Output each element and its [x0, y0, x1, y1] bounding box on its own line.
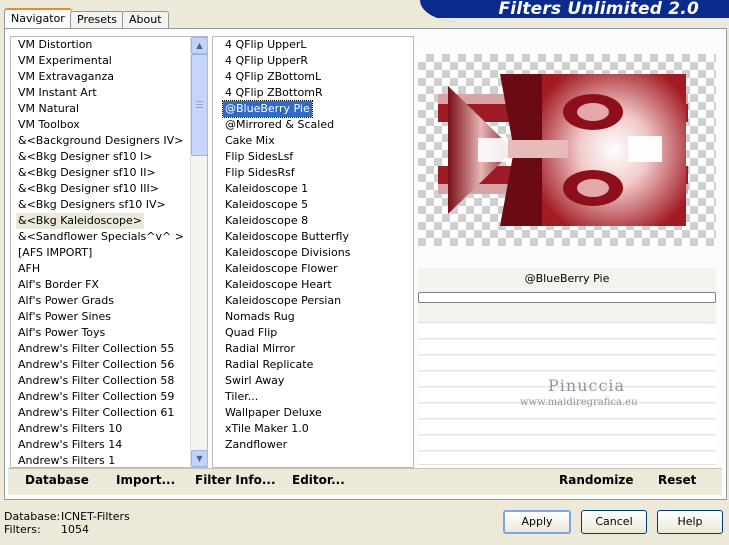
- category-item[interactable]: VM Instant Art: [16, 85, 99, 101]
- category-item[interactable]: Alf's Power Grads: [16, 293, 116, 309]
- filter-item[interactable]: Radial Mirror: [223, 341, 297, 357]
- watermark-name: Pinuccia: [548, 376, 626, 395]
- apply-button[interactable]: Apply: [503, 510, 571, 534]
- title-banner: Filters Unlimited 2.0: [420, 0, 729, 22]
- filter-item[interactable]: @Mirrored & Scaled: [223, 117, 336, 133]
- category-item[interactable]: VM Extravaganza: [16, 69, 116, 85]
- filter-item[interactable]: Zandflower: [223, 437, 289, 453]
- scroll-up-button[interactable]: ▲: [191, 37, 207, 54]
- param-row: [418, 308, 716, 323]
- thumb-grip: [196, 101, 203, 102]
- category-item[interactable]: Andrew's Filter Collection 61: [16, 405, 176, 421]
- category-item[interactable]: Alf's Power Toys: [16, 325, 107, 341]
- cancel-button[interactable]: Cancel: [581, 510, 647, 534]
- category-item[interactable]: [AFS IMPORT]: [16, 245, 94, 261]
- filter-item[interactable]: Tiler...: [223, 389, 260, 405]
- filter-item[interactable]: Quad Flip: [223, 325, 279, 341]
- category-item[interactable]: VM Distortion: [16, 37, 94, 53]
- category-item[interactable]: &<Bkg Kaleidoscope>: [16, 213, 145, 229]
- category-item[interactable]: Alf's Border FX: [16, 277, 101, 293]
- filter-item[interactable]: Nomads Rug: [223, 309, 297, 325]
- thumb-grip: [196, 104, 203, 105]
- database-label: Database:: [4, 510, 61, 523]
- category-item[interactable]: Andrew's Filter Collection 56: [16, 357, 176, 373]
- category-item[interactable]: Andrew's Filters 1: [16, 453, 117, 467]
- randomize-button[interactable]: Randomize: [559, 473, 633, 487]
- filter-list[interactable]: 4 QFlip UpperL 4 QFlip UpperR 4 QFlip ZBot…: [212, 36, 414, 468]
- database-value: ICNET-Filters: [61, 510, 130, 523]
- help-button[interactable]: Help: [657, 510, 723, 534]
- reset-button[interactable]: Reset: [658, 473, 696, 487]
- filter-item[interactable]: Flip SidesLsf: [223, 149, 295, 165]
- category-item[interactable]: VM Toolbox: [16, 117, 82, 133]
- app-title: Filters Unlimited 2.0: [498, 0, 699, 19]
- filter-item[interactable]: Kaleidoscope 5: [223, 197, 310, 213]
- category-item[interactable]: Andrew's Filter Collection 59: [16, 389, 176, 405]
- category-item[interactable]: VM Natural: [16, 101, 81, 117]
- filters-count-label: Filters:: [4, 523, 41, 536]
- category-item[interactable]: &<Sandflower Specials^v^ >: [16, 229, 186, 245]
- filter-item[interactable]: Kaleidoscope Divisions: [223, 245, 352, 261]
- filter-item[interactable]: Kaleidoscope 1: [223, 181, 310, 197]
- editor-button[interactable]: Editor...: [292, 473, 345, 487]
- category-item[interactable]: Andrew's Filters 10: [16, 421, 124, 437]
- filter-item[interactable]: Kaleidoscope Butterfly: [223, 229, 351, 245]
- param-row: [418, 356, 716, 371]
- filter-item[interactable]: xTile Maker 1.0: [223, 421, 311, 437]
- category-list[interactable]: ▲ ▼ VM Distortion VM Experimental VM Extra…: [10, 36, 208, 468]
- filter-item[interactable]: Cake Mix: [223, 133, 277, 149]
- filter-item[interactable]: 4 QFlip UpperR: [223, 53, 310, 69]
- selected-filter-name: @BlueBerry Pie: [524, 272, 610, 285]
- filter-item[interactable]: Flip SidesRsf: [223, 165, 297, 181]
- category-item[interactable]: &<Bkg Designers sf10 IV>: [16, 197, 168, 213]
- filter-item[interactable]: Swirl Away: [223, 373, 286, 389]
- filter-item[interactable]: Kaleidoscope Persian: [223, 293, 343, 309]
- category-item[interactable]: Andrew's Filter Collection 58: [16, 373, 176, 389]
- filter-item[interactable]: 4 QFlip ZBottomR: [223, 85, 325, 101]
- param-row: [418, 420, 716, 435]
- preview-image: [438, 74, 688, 226]
- filter-item[interactable]: @BlueBerry Pie: [222, 100, 313, 118]
- filters-count-value: 1054: [61, 523, 89, 536]
- filter-item[interactable]: Kaleidoscope Heart: [223, 277, 334, 293]
- param-row: [418, 324, 716, 339]
- tab-presets[interactable]: Presets: [70, 11, 125, 29]
- tab-about[interactable]: About: [122, 11, 169, 29]
- category-item[interactable]: Andrew's Filters 14: [16, 437, 124, 453]
- param-row: [418, 452, 716, 465]
- category-scrollbar[interactable]: ▲ ▼: [190, 37, 207, 467]
- category-item[interactable]: Alf's Power Sines: [16, 309, 113, 325]
- database-button[interactable]: Database: [25, 473, 89, 487]
- filter-item[interactable]: 4 QFlip ZBottomL: [223, 69, 323, 85]
- category-item[interactable]: AFH: [16, 261, 42, 277]
- scroll-down-button[interactable]: ▼: [191, 450, 207, 467]
- filter-item[interactable]: Radial Replicate: [223, 357, 315, 373]
- category-item[interactable]: &<Background Designers IV>: [16, 133, 185, 149]
- filter-item[interactable]: Kaleidoscope Flower: [223, 261, 340, 277]
- filter-item[interactable]: Kaleidoscope 8: [223, 213, 310, 229]
- tab-navigator[interactable]: Navigator: [4, 8, 72, 30]
- import-button[interactable]: Import...: [116, 473, 175, 487]
- param-row: [418, 436, 716, 451]
- category-item[interactable]: &<Bkg Designer sf10 II>: [16, 165, 158, 181]
- category-item[interactable]: VM Experimental: [16, 53, 114, 69]
- preview-canvas: [418, 54, 716, 246]
- filter-item[interactable]: Wallpaper Deluxe: [223, 405, 324, 421]
- category-item[interactable]: &<Bkg Designer sf10 I>: [16, 149, 155, 165]
- scroll-thumb[interactable]: [191, 54, 207, 156]
- progress-bar: [418, 292, 716, 303]
- filter-info-button[interactable]: Filter Info...: [195, 473, 276, 487]
- category-item[interactable]: &<Bkg Designer sf10 III>: [16, 181, 161, 197]
- category-item[interactable]: Andrew's Filter Collection 55: [16, 341, 176, 357]
- param-row: [418, 340, 716, 355]
- filter-item[interactable]: 4 QFlip UpperL: [223, 37, 309, 53]
- thumb-grip: [196, 107, 203, 108]
- watermark-url: www.maidiregrafica.eu: [520, 397, 638, 408]
